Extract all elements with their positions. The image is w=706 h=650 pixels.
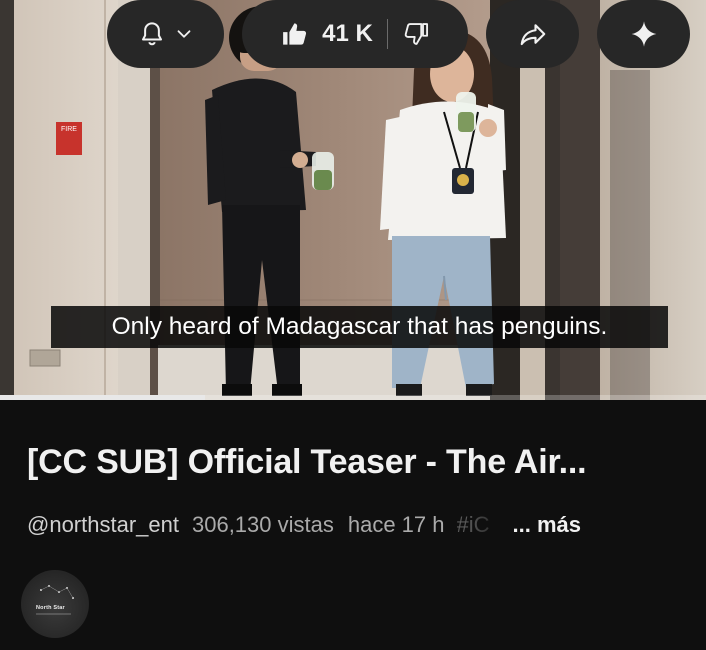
ask-ai-button[interactable] <box>597 0 690 68</box>
channel-logo-icon <box>36 585 74 615</box>
progress-bar-fill <box>0 395 205 400</box>
share-arrow-icon <box>520 24 545 46</box>
chevron-down-icon <box>177 30 190 38</box>
dislike-button[interactable] <box>402 20 430 48</box>
share-button[interactable] <box>486 0 579 68</box>
svg-text:FIRE: FIRE <box>61 126 77 133</box>
like-button[interactable]: 41 K <box>280 19 387 49</box>
upload-age: hace 17 h <box>347 512 445 537</box>
channel-logo-text: North Star <box>36 605 65 611</box>
bell-icon <box>141 22 162 46</box>
video-meta[interactable]: @northstar_ent 306,130 vistas hace 17 h … <box>27 510 695 540</box>
subscribe-notifications-button[interactable] <box>107 0 224 68</box>
thumbs-down-icon <box>404 23 428 45</box>
progress-bar[interactable] <box>0 395 706 400</box>
sparkle-icon <box>631 21 656 47</box>
more-button[interactable]: ... más <box>513 512 581 538</box>
thumbs-up-icon <box>283 23 307 45</box>
video-title[interactable]: [CC SUB] Official Teaser - The Air... <box>27 443 687 482</box>
channel-avatar[interactable]: North Star <box>21 570 89 638</box>
view-count: 306,130 vistas <box>191 512 334 537</box>
like-count: 41 K <box>322 20 373 47</box>
like-divider <box>386 19 388 49</box>
hashtag-preview: #iC <box>456 512 490 537</box>
caption-subtitle: Only heard of Madagascar that has pengui… <box>51 306 668 348</box>
like-dislike-group: 41 K <box>242 0 468 68</box>
channel-handle[interactable]: @northstar_ent <box>27 512 179 538</box>
